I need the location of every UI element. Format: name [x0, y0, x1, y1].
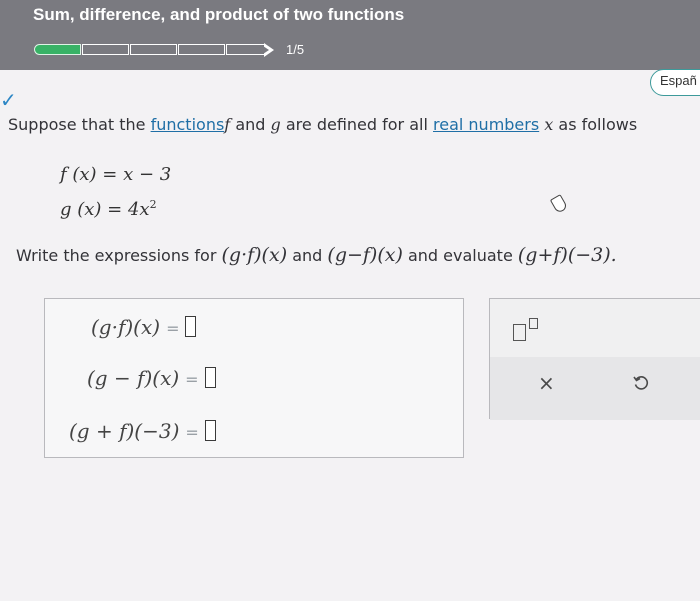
f-definition: f (x) = x − 3 — [60, 164, 172, 185]
progress-bar: 1/5 — [34, 42, 304, 57]
page-title: Sum, difference, and product of two func… — [33, 5, 405, 24]
exponent-icon[interactable] — [513, 318, 541, 342]
answer-row: (g·f)(x) = — [91, 315, 197, 339]
progress-counter: 1/5 — [286, 42, 305, 57]
progress-arrow-icon — [263, 42, 274, 57]
real-numbers-link[interactable]: real numbers — [433, 115, 539, 134]
answer-input-difference[interactable] — [204, 367, 216, 388]
answer-row: (g − f)(x) = — [87, 366, 216, 390]
question-intro: Suppose that the functionsf and g are de… — [8, 115, 638, 134]
g-definition: g (x) = 4x2 — [60, 198, 157, 220]
progress-segment — [82, 44, 129, 55]
progress-segment — [226, 44, 264, 55]
keypad-action-bar — [490, 357, 700, 420]
answer-row: (g + f)(−3) = — [69, 419, 216, 443]
progress-segment-complete — [34, 44, 81, 55]
top-bar: Sum, difference, and product of two func… — [0, 0, 700, 70]
checkmark-icon: ✓ — [0, 88, 17, 112]
undo-icon[interactable] — [633, 375, 649, 391]
progress-segment — [130, 44, 177, 55]
clear-button[interactable]: × — [538, 371, 555, 395]
question-prompt: Write the expressions for (g·f)(x) and (… — [16, 244, 617, 266]
language-button[interactable]: Españ — [650, 69, 700, 96]
answer-input-product[interactable] — [185, 316, 197, 337]
math-keypad: × — [489, 298, 700, 420]
mouse-cursor-icon — [549, 194, 569, 214]
functions-link[interactable]: functions — [151, 115, 225, 134]
progress-segment — [178, 44, 225, 55]
answer-input-sum-value[interactable] — [204, 420, 216, 441]
answer-box: (g·f)(x) = (g − f)(x) = (g + f)(−3) = — [44, 298, 464, 458]
